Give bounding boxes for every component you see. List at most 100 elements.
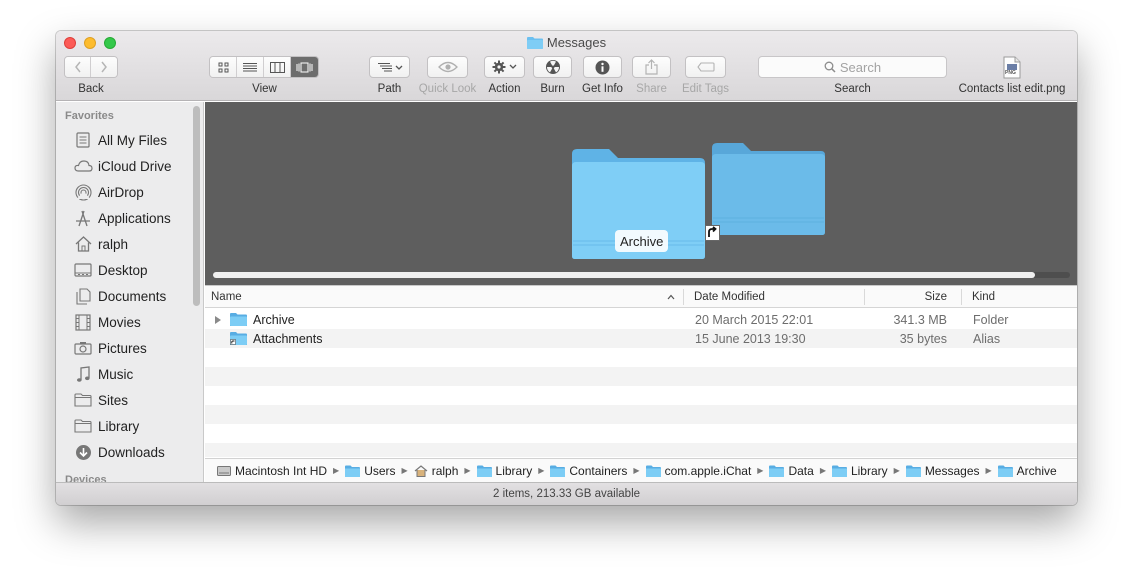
sidebar-item-icloud-drive[interactable]: iCloud Drive <box>56 153 196 179</box>
column-header-name-label: Name <box>211 291 242 303</box>
coverflow-scrollbar[interactable] <box>213 272 1070 278</box>
path-crumb[interactable]: Data <box>769 464 814 478</box>
column-header-size-label: Size <box>924 291 947 303</box>
sidebar-item-documents[interactable]: Documents <box>56 283 196 309</box>
path-button[interactable] <box>369 56 410 78</box>
sidebar-heading-favorites: Favorites <box>65 110 114 122</box>
png-file-icon[interactable]: PNG <box>1003 56 1021 79</box>
file-list: Archive 20 March 2015 22:01 341.3 MB Fol… <box>205 309 1077 457</box>
path-separator-icon: ▶ <box>757 466 764 475</box>
icon-grid-icon <box>218 62 228 72</box>
sidebar-item-desktop[interactable]: Desktop <box>56 257 196 283</box>
path-crumb[interactable]: Archive <box>997 463 1057 478</box>
path-crumb-label: Archive <box>1016 463 1057 478</box>
sidebar-item-airdrop[interactable]: AirDrop <box>56 179 196 205</box>
search-field[interactable]: Search <box>758 56 947 78</box>
share-button[interactable] <box>632 56 671 78</box>
view-switcher <box>209 56 319 78</box>
png-badge: PNG <box>1005 70 1016 76</box>
file-proxy-label: Contacts list edit.png <box>958 83 1066 95</box>
path-crumb[interactable]: Messages <box>905 464 980 478</box>
path-separator-icon: ▶ <box>893 466 900 475</box>
path-crumb-label: Macintosh Int HD <box>235 463 328 478</box>
sidebar-item-applications[interactable]: Applications <box>56 205 196 231</box>
disclosure-triangle-icon[interactable] <box>214 316 222 324</box>
sidebar-item-all-my-files[interactable]: All My Files <box>56 127 196 153</box>
path-crumb[interactable]: com.apple.iChat <box>645 464 751 478</box>
quicklook-button[interactable] <box>427 56 468 78</box>
view-list-button[interactable] <box>237 57 264 77</box>
column-header-kind[interactable]: Kind <box>972 286 1072 308</box>
share-icon <box>645 59 658 75</box>
edittags-button[interactable] <box>685 56 726 78</box>
folder-icon <box>526 37 543 49</box>
downloads-icon <box>73 443 93 461</box>
getinfo-button[interactable] <box>583 56 622 78</box>
sidebar-item-pictures[interactable]: Pictures <box>56 335 196 361</box>
path-crumb[interactable]: Containers <box>550 464 627 478</box>
chevron-left-icon <box>74 61 81 73</box>
sidebar-heading-devices: Devices <box>65 474 107 482</box>
path-crumb[interactable]: ralph <box>414 464 458 478</box>
sidebar-item-sites[interactable]: Sites <box>56 387 196 413</box>
sidebar-item-ralph[interactable]: ralph <box>56 231 196 257</box>
path-separator-icon: ▶ <box>633 466 640 475</box>
row-size: 341.3 MB <box>893 312 947 327</box>
folder-icon <box>645 465 661 477</box>
quicklook-label: Quick Look <box>418 83 477 95</box>
sidebar-item-label: Library <box>98 418 140 434</box>
view-columns-button[interactable] <box>264 57 291 77</box>
coverflow-pane[interactable]: Archive <box>205 102 1077 285</box>
view-icons-button[interactable] <box>210 57 237 77</box>
coverflow-view-icon <box>296 62 313 72</box>
path-separator-icon: ▶ <box>333 466 340 475</box>
window-title-text: Messages <box>546 35 607 50</box>
path-crumb[interactable]: Macintosh Int HD <box>217 464 327 478</box>
sidebar-item-label: Desktop <box>98 262 148 278</box>
users-folder-icon <box>345 465 361 477</box>
sidebar: Favorites All My Files iCloud Drive AirD… <box>56 102 204 482</box>
column-header-size[interactable]: Size <box>865 286 947 308</box>
column-header-name[interactable]: Name <box>211 286 683 308</box>
sidebar-item-label: Pictures <box>98 340 147 356</box>
tag-icon <box>696 62 715 72</box>
view-label: View <box>252 83 277 95</box>
view-coverflow-button[interactable] <box>291 57 318 77</box>
column-header-kind-label: Kind <box>972 291 996 303</box>
airdrop-icon <box>73 183 93 201</box>
path-separator-icon: ▶ <box>538 466 545 475</box>
home-icon <box>414 464 428 477</box>
sidebar-scrollbar[interactable] <box>193 106 200 306</box>
sidebar-item-label: Music <box>98 366 134 382</box>
list-view-icon <box>243 62 257 71</box>
path-crumb[interactable]: Users <box>345 464 396 478</box>
coverflow-scroll-thumb[interactable] <box>213 272 1035 278</box>
sidebar-item-label: Downloads <box>98 444 165 460</box>
sidebar-item-downloads[interactable]: Downloads <box>56 439 196 465</box>
camera-icon <box>73 339 93 357</box>
sidebar-item-movies[interactable]: Movies <box>56 309 196 335</box>
path-label: Path <box>377 83 402 95</box>
path-crumb[interactable]: Library <box>831 464 888 478</box>
path-list-icon <box>377 62 402 71</box>
table-row[interactable]: Archive 20 March 2015 22:01 341.3 MB Fol… <box>205 310 1077 329</box>
sidebar-item-label: iCloud Drive <box>98 158 172 174</box>
folder-icon <box>73 417 93 435</box>
back-button[interactable] <box>65 57 92 77</box>
table-row[interactable]: Attachments 15 June 2013 19:30 35 bytes … <box>205 329 1077 348</box>
column-header-date-label: Date Modified <box>694 291 765 303</box>
sidebar-item-label: Documents <box>98 288 167 304</box>
row-name: Archive <box>253 312 295 327</box>
path-separator-icon: ▶ <box>819 466 826 475</box>
alias-folder-icon[interactable] <box>711 142 827 238</box>
sidebar-item-library[interactable]: Library <box>56 413 196 439</box>
burn-icon <box>545 60 560 74</box>
sidebar-item-music[interactable]: Music <box>56 361 196 387</box>
column-header-date[interactable]: Date Modified <box>694 286 864 308</box>
forward-button[interactable] <box>91 57 117 77</box>
sidebar-item-label: AirDrop <box>98 184 144 200</box>
sidebar-item-label: Applications <box>98 210 171 226</box>
action-button[interactable] <box>484 56 525 78</box>
path-crumb[interactable]: Library <box>476 464 532 478</box>
burn-button[interactable] <box>533 56 572 78</box>
